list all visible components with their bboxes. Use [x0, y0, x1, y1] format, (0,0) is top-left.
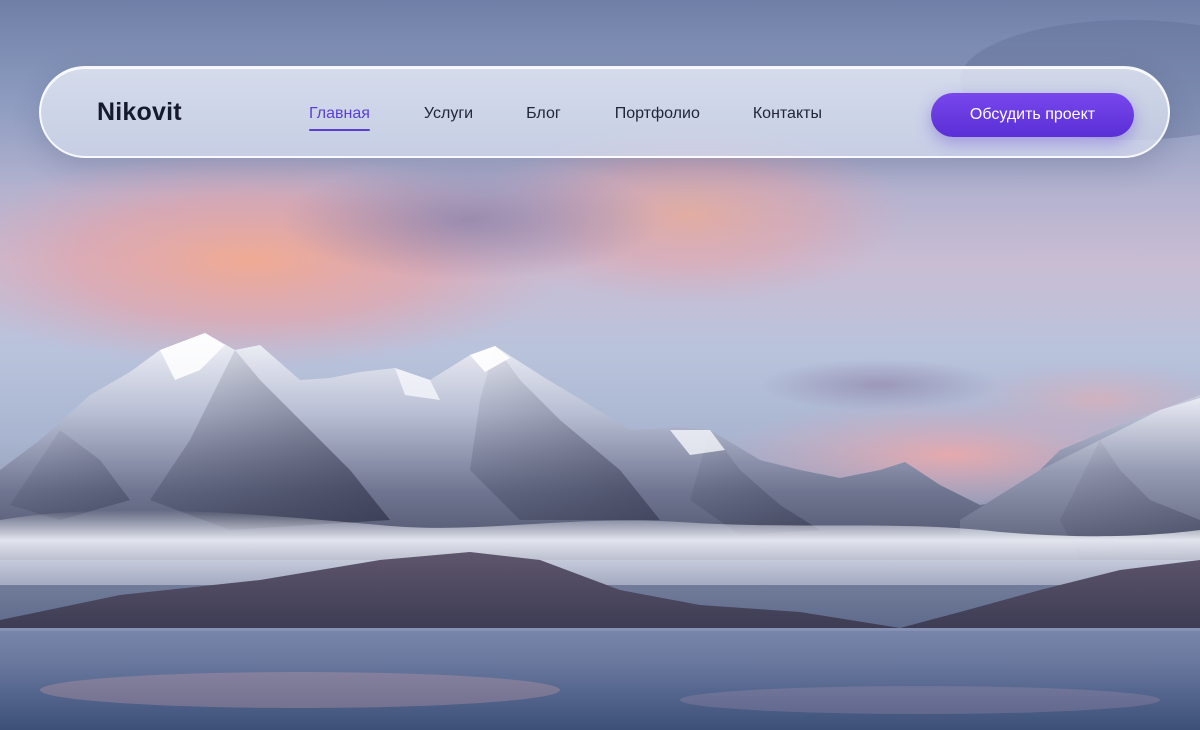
top-navigation-bar: Nikovit Главная Услуги Блог Портфолио Ко… [39, 66, 1170, 158]
nav-link-contacts[interactable]: Контакты [753, 105, 822, 123]
main-nav: Главная Услуги Блог Портфолио Контакты [309, 68, 822, 160]
nav-link-home[interactable]: Главная [309, 105, 370, 131]
discuss-project-button[interactable]: Обсудить проект [931, 93, 1134, 137]
nav-link-portfolio[interactable]: Портфолио [615, 105, 700, 123]
nav-link-blog[interactable]: Блог [526, 105, 561, 123]
hero-background: Nikovit Главная Услуги Блог Портфолио Ко… [0, 0, 1200, 730]
brand-logo[interactable]: Nikovit [97, 98, 182, 127]
nav-link-services[interactable]: Услуги [424, 105, 473, 123]
